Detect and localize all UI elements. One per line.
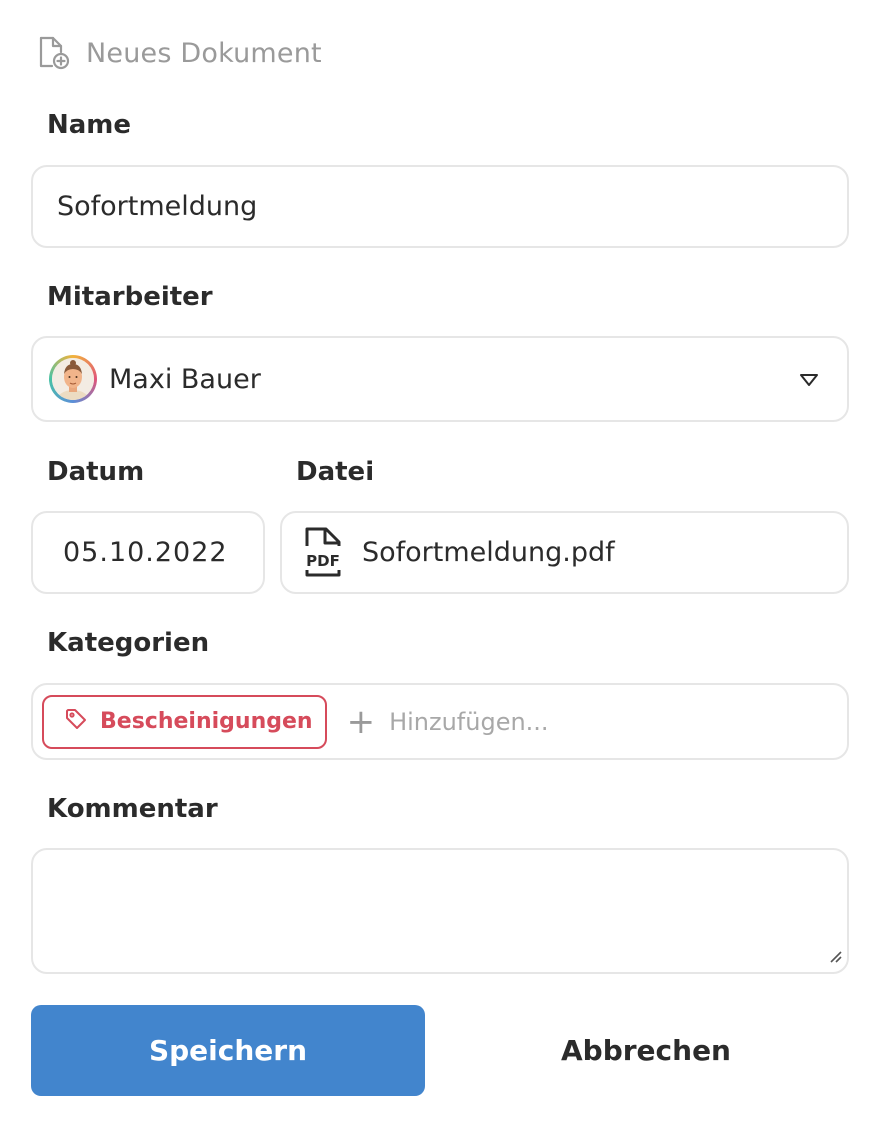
save-button[interactable]: Speichern (31, 1005, 425, 1096)
comment-textarea[interactable] (31, 848, 849, 974)
file-label: Datei (296, 457, 375, 487)
file-name: Sofortmeldung.pdf (362, 537, 615, 568)
file-field[interactable]: PDF Sofortmeldung.pdf (280, 511, 849, 594)
user-avatar (49, 355, 97, 403)
new-document-dialog: Neues Dokument Name Mitarbeiter (0, 0, 878, 1127)
add-category-placeholder: Hinzufügen... (389, 707, 549, 736)
tag-icon (64, 707, 88, 737)
name-input[interactable] (33, 167, 847, 246)
name-label: Name (47, 110, 132, 140)
employee-select[interactable]: Maxi Bauer (31, 336, 849, 422)
employee-name: Maxi Bauer (109, 363, 261, 395)
chevron-down-icon[interactable] (799, 372, 819, 391)
date-value: 05.10.2022 (63, 537, 228, 568)
svg-text:PDF: PDF (306, 552, 340, 570)
employee-label: Mitarbeiter (47, 282, 213, 312)
category-tag-label: Bescheinigungen (100, 709, 313, 734)
date-label: Datum (47, 457, 145, 487)
cancel-button[interactable]: Abbrechen (449, 1005, 843, 1096)
add-category[interactable]: + Hinzufügen... (347, 705, 549, 739)
comment-label: Kommentar (47, 794, 218, 824)
dialog-header: Neues Dokument (36, 34, 322, 72)
pdf-file-icon: PDF (302, 524, 344, 582)
category-tag-bescheinigungen[interactable]: Bescheinigungen (42, 694, 327, 749)
resize-grip-icon[interactable] (827, 948, 843, 968)
new-document-icon (36, 35, 72, 71)
categories-label: Kategorien (47, 628, 210, 658)
categories-field[interactable]: Bescheinigungen + Hinzufügen... (31, 683, 849, 760)
plus-icon: + (346, 701, 376, 742)
dialog-title: Neues Dokument (86, 37, 322, 69)
name-field[interactable] (31, 165, 849, 248)
date-field[interactable]: 05.10.2022 (31, 511, 265, 594)
